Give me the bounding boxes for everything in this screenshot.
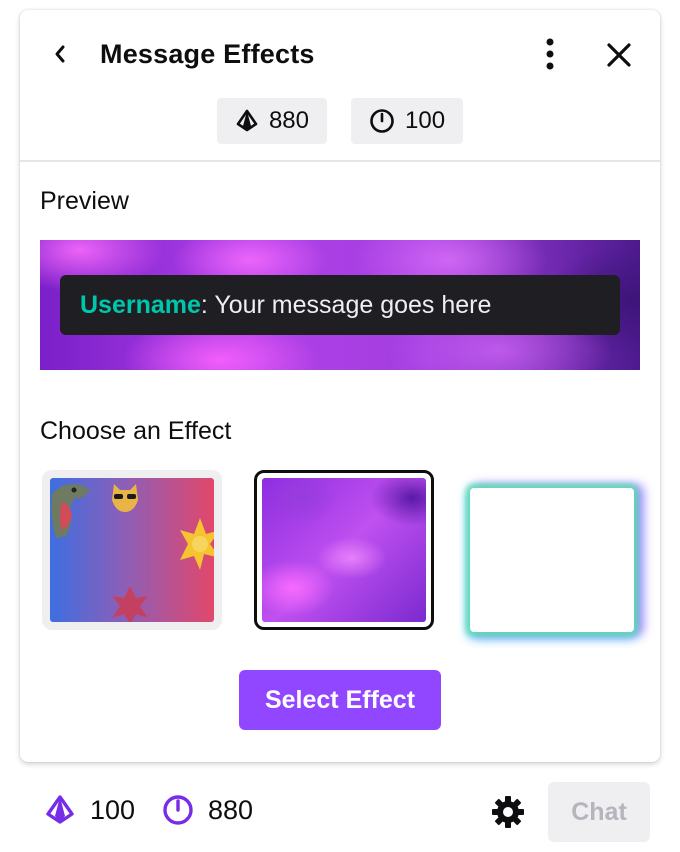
footer-points-balance[interactable]: 880 xyxy=(162,794,253,826)
effect-option-purple-nebula[interactable] xyxy=(254,470,434,630)
timer-icon xyxy=(163,795,193,825)
preview-username: Username xyxy=(80,290,201,319)
message-effects-panel: Message Effects 880 100 Preview Username… xyxy=(20,10,660,762)
footer-bits-balance[interactable]: 100 xyxy=(44,794,135,826)
timer-balance-value: 100 xyxy=(405,107,446,134)
bits-balance-value: 880 xyxy=(268,107,309,134)
chat-send-button[interactable]: Chat xyxy=(548,782,650,842)
close-icon xyxy=(607,43,631,67)
preview-chat-message: Username: Your message goes here xyxy=(60,275,620,335)
preview-separator: : xyxy=(200,290,208,319)
cat-sunglasses-sticker-icon xyxy=(112,484,138,512)
footer-points-value: 880 xyxy=(208,794,254,825)
balance-row: 880 100 xyxy=(20,98,660,144)
preview-message-text: Your message goes here xyxy=(207,290,492,319)
timer-balance-pill: 100 xyxy=(351,98,464,144)
more-vertical-icon xyxy=(546,38,554,70)
chat-settings-button[interactable] xyxy=(490,794,526,830)
panel-title: Message Effects xyxy=(100,39,315,69)
effect-options xyxy=(40,468,640,632)
yellow-star-sticker-icon xyxy=(180,518,214,570)
preview-label: Preview xyxy=(40,187,129,215)
effect-preview-banner: Username: Your message goes here xyxy=(40,240,640,370)
timer-icon xyxy=(370,109,394,133)
effect-option-stickers[interactable] xyxy=(42,470,222,630)
gear-icon xyxy=(492,796,524,828)
sticker-decorations xyxy=(51,484,214,622)
bits-balance-pill: 880 xyxy=(216,98,327,144)
more-options-button[interactable] xyxy=(534,36,566,72)
close-button[interactable] xyxy=(602,38,636,72)
header-divider xyxy=(20,160,660,162)
footer-bits-value: 100 xyxy=(90,794,136,825)
bits-icon xyxy=(46,795,74,824)
effect-option-rainbow-glow[interactable] xyxy=(470,488,634,632)
back-button[interactable] xyxy=(44,38,76,70)
bits-icon xyxy=(236,109,258,132)
select-effect-button[interactable]: Select Effect xyxy=(239,670,441,730)
chevron-left-icon xyxy=(55,45,65,63)
choose-effect-label: Choose an Effect xyxy=(40,417,232,445)
pink-star-sticker-icon xyxy=(112,586,148,622)
panel-header: Message Effects xyxy=(20,10,660,100)
dinosaur-sticker-icon xyxy=(51,484,90,538)
